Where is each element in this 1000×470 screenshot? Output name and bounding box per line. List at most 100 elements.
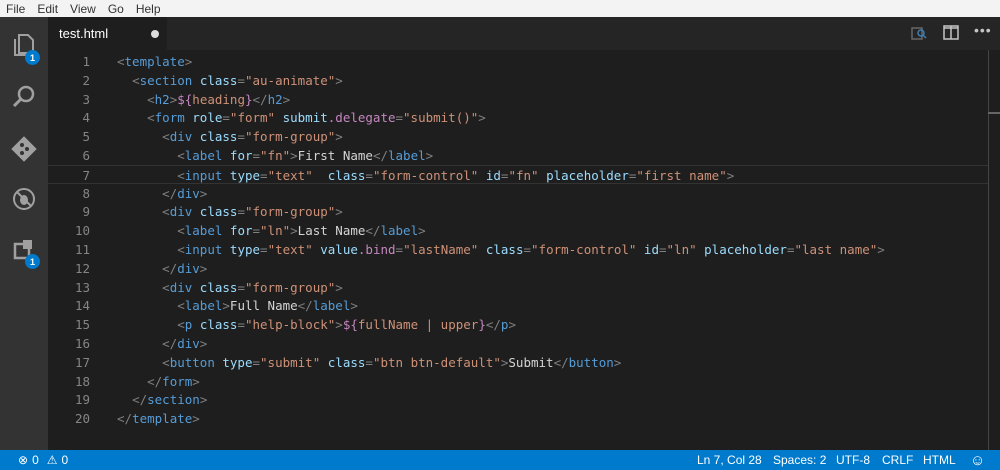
split-editor-icon[interactable] — [943, 25, 959, 43]
code-line[interactable]: 11 <input type="text" value.bind="lastNa… — [48, 240, 988, 259]
code-line[interactable]: 16 </div> — [48, 334, 988, 353]
code-token: role — [192, 110, 223, 126]
warning-count: 0 — [61, 453, 69, 467]
more-actions-icon[interactable]: ••• — [974, 22, 992, 38]
code-token: < — [177, 223, 185, 239]
code-line[interactable]: 19 </section> — [48, 390, 988, 409]
code-token: > — [335, 279, 343, 295]
menu-go[interactable]: Go — [102, 2, 130, 16]
indentation[interactable]: Spaces: 2 — [773, 453, 826, 467]
code-token: class — [199, 279, 238, 295]
unsaved-dot-icon[interactable] — [151, 30, 159, 38]
code-token: = — [365, 354, 373, 370]
code-token: </ — [365, 223, 381, 239]
code-token: class — [327, 354, 366, 370]
code-token: < — [162, 279, 170, 295]
code-token: = — [237, 72, 245, 88]
menu-view[interactable]: View — [64, 2, 102, 16]
code-token: < — [162, 129, 170, 145]
cursor-position[interactable]: Ln 7, Col 28 — [697, 453, 762, 467]
code-token: template — [124, 54, 185, 69]
menu-edit[interactable]: Edit — [31, 2, 64, 16]
code-token: .bind — [357, 242, 396, 257]
line-number: 11 — [74, 242, 90, 257]
code-line[interactable]: 4 <form role="form" submit.delegate="sub… — [48, 108, 988, 127]
code-line[interactable]: 15 <p class="help-block">${fullName | up… — [48, 315, 988, 334]
code-line[interactable]: 8 </div> — [48, 184, 988, 203]
line-code: <form role="form" submit.delegate="submi… — [117, 108, 486, 127]
code-line[interactable]: 2 <section class="au-animate"> — [48, 71, 988, 90]
vertical-scrollbar[interactable] — [988, 50, 989, 450]
line-number: 3 — [82, 91, 90, 107]
code-token: section — [139, 72, 193, 88]
encoding[interactable]: UTF-8 — [836, 453, 870, 467]
code-token: button — [568, 354, 614, 370]
menu-file[interactable]: File — [0, 2, 31, 16]
code-token: </ — [553, 354, 569, 370]
code-token: = — [365, 167, 373, 183]
code-line[interactable]: 12 </div> — [48, 259, 988, 278]
code-token: </ — [297, 298, 313, 314]
code-token: < — [177, 242, 185, 257]
code-line[interactable]: 20 </template> — [48, 409, 988, 428]
code-token: "fn" — [508, 167, 539, 183]
code-line[interactable]: 5 <div class="form-group"> — [48, 127, 988, 146]
code-token: class — [199, 129, 238, 145]
code-line[interactable]: 18 </form> — [48, 372, 988, 391]
source-control-button[interactable] — [0, 125, 48, 173]
code-line[interactable]: 14 <label>Full Name</label> — [48, 296, 988, 315]
explorer-button[interactable]: 1 — [0, 21, 48, 69]
line-ending[interactable]: CRLF — [882, 453, 913, 467]
search-button[interactable] — [0, 73, 48, 121]
code-token: label — [184, 298, 223, 314]
code-token: </ — [485, 317, 501, 333]
activity-bar: 1 1 — [0, 17, 48, 450]
code-line[interactable]: 17 <button type="submit" class="btn btn-… — [48, 353, 988, 372]
code-line[interactable]: 10 <label for="ln">Last Name</label> — [48, 221, 988, 240]
code-token: "form-group" — [244, 279, 336, 295]
code-line[interactable]: 7 <input type="text" class="form-control… — [48, 164, 988, 184]
code-token: type — [222, 354, 253, 370]
code-token: for — [229, 223, 253, 239]
code-token: > — [222, 298, 230, 314]
code-line[interactable]: 9 <div class="form-group"> — [48, 202, 988, 221]
code-token: "form" — [229, 110, 276, 126]
line-number: 15 — [74, 317, 90, 333]
code-token: div — [169, 279, 193, 295]
code-line[interactable]: 1 <template> — [48, 52, 988, 71]
code-token: section — [147, 392, 200, 408]
extensions-button[interactable]: 1 — [0, 225, 48, 273]
menu-help[interactable]: Help — [130, 2, 167, 16]
feedback-smiley-icon[interactable]: ☺ — [970, 452, 985, 469]
line-number: 4 — [82, 110, 90, 126]
code-token: > — [290, 148, 298, 163]
line-code: <label>Full Name</label> — [117, 296, 358, 315]
code-token: "btn btn-default" — [372, 354, 501, 370]
line-number: 16 — [74, 336, 90, 351]
code-editor[interactable]: 1 <template> 2 <section class="au-animate"… — [48, 50, 1000, 450]
code-token: </ — [162, 336, 178, 351]
code-line[interactable]: 13 <div class="form-group"> — [48, 278, 988, 297]
code-token: > — [199, 260, 208, 276]
code-token: class — [199, 72, 238, 88]
code-line[interactable]: 6 <label for="fn">First Name</label> — [48, 146, 988, 165]
code-token: = — [237, 317, 245, 333]
problems-indicator[interactable]: ⊗ 0 ⚠ 0 — [18, 453, 68, 467]
code-token: div — [177, 260, 200, 276]
code-line[interactable]: 3 <h2>${heading}</h2> — [48, 90, 988, 109]
code-token: for — [229, 148, 253, 163]
open-preview-icon[interactable] — [911, 25, 927, 44]
language-mode[interactable]: HTML — [923, 453, 956, 467]
tab-test-html[interactable]: test.html — [48, 17, 167, 50]
code-token: "form-control" — [531, 242, 637, 257]
code-token: Submit — [508, 354, 554, 370]
debug-button[interactable] — [0, 175, 48, 223]
